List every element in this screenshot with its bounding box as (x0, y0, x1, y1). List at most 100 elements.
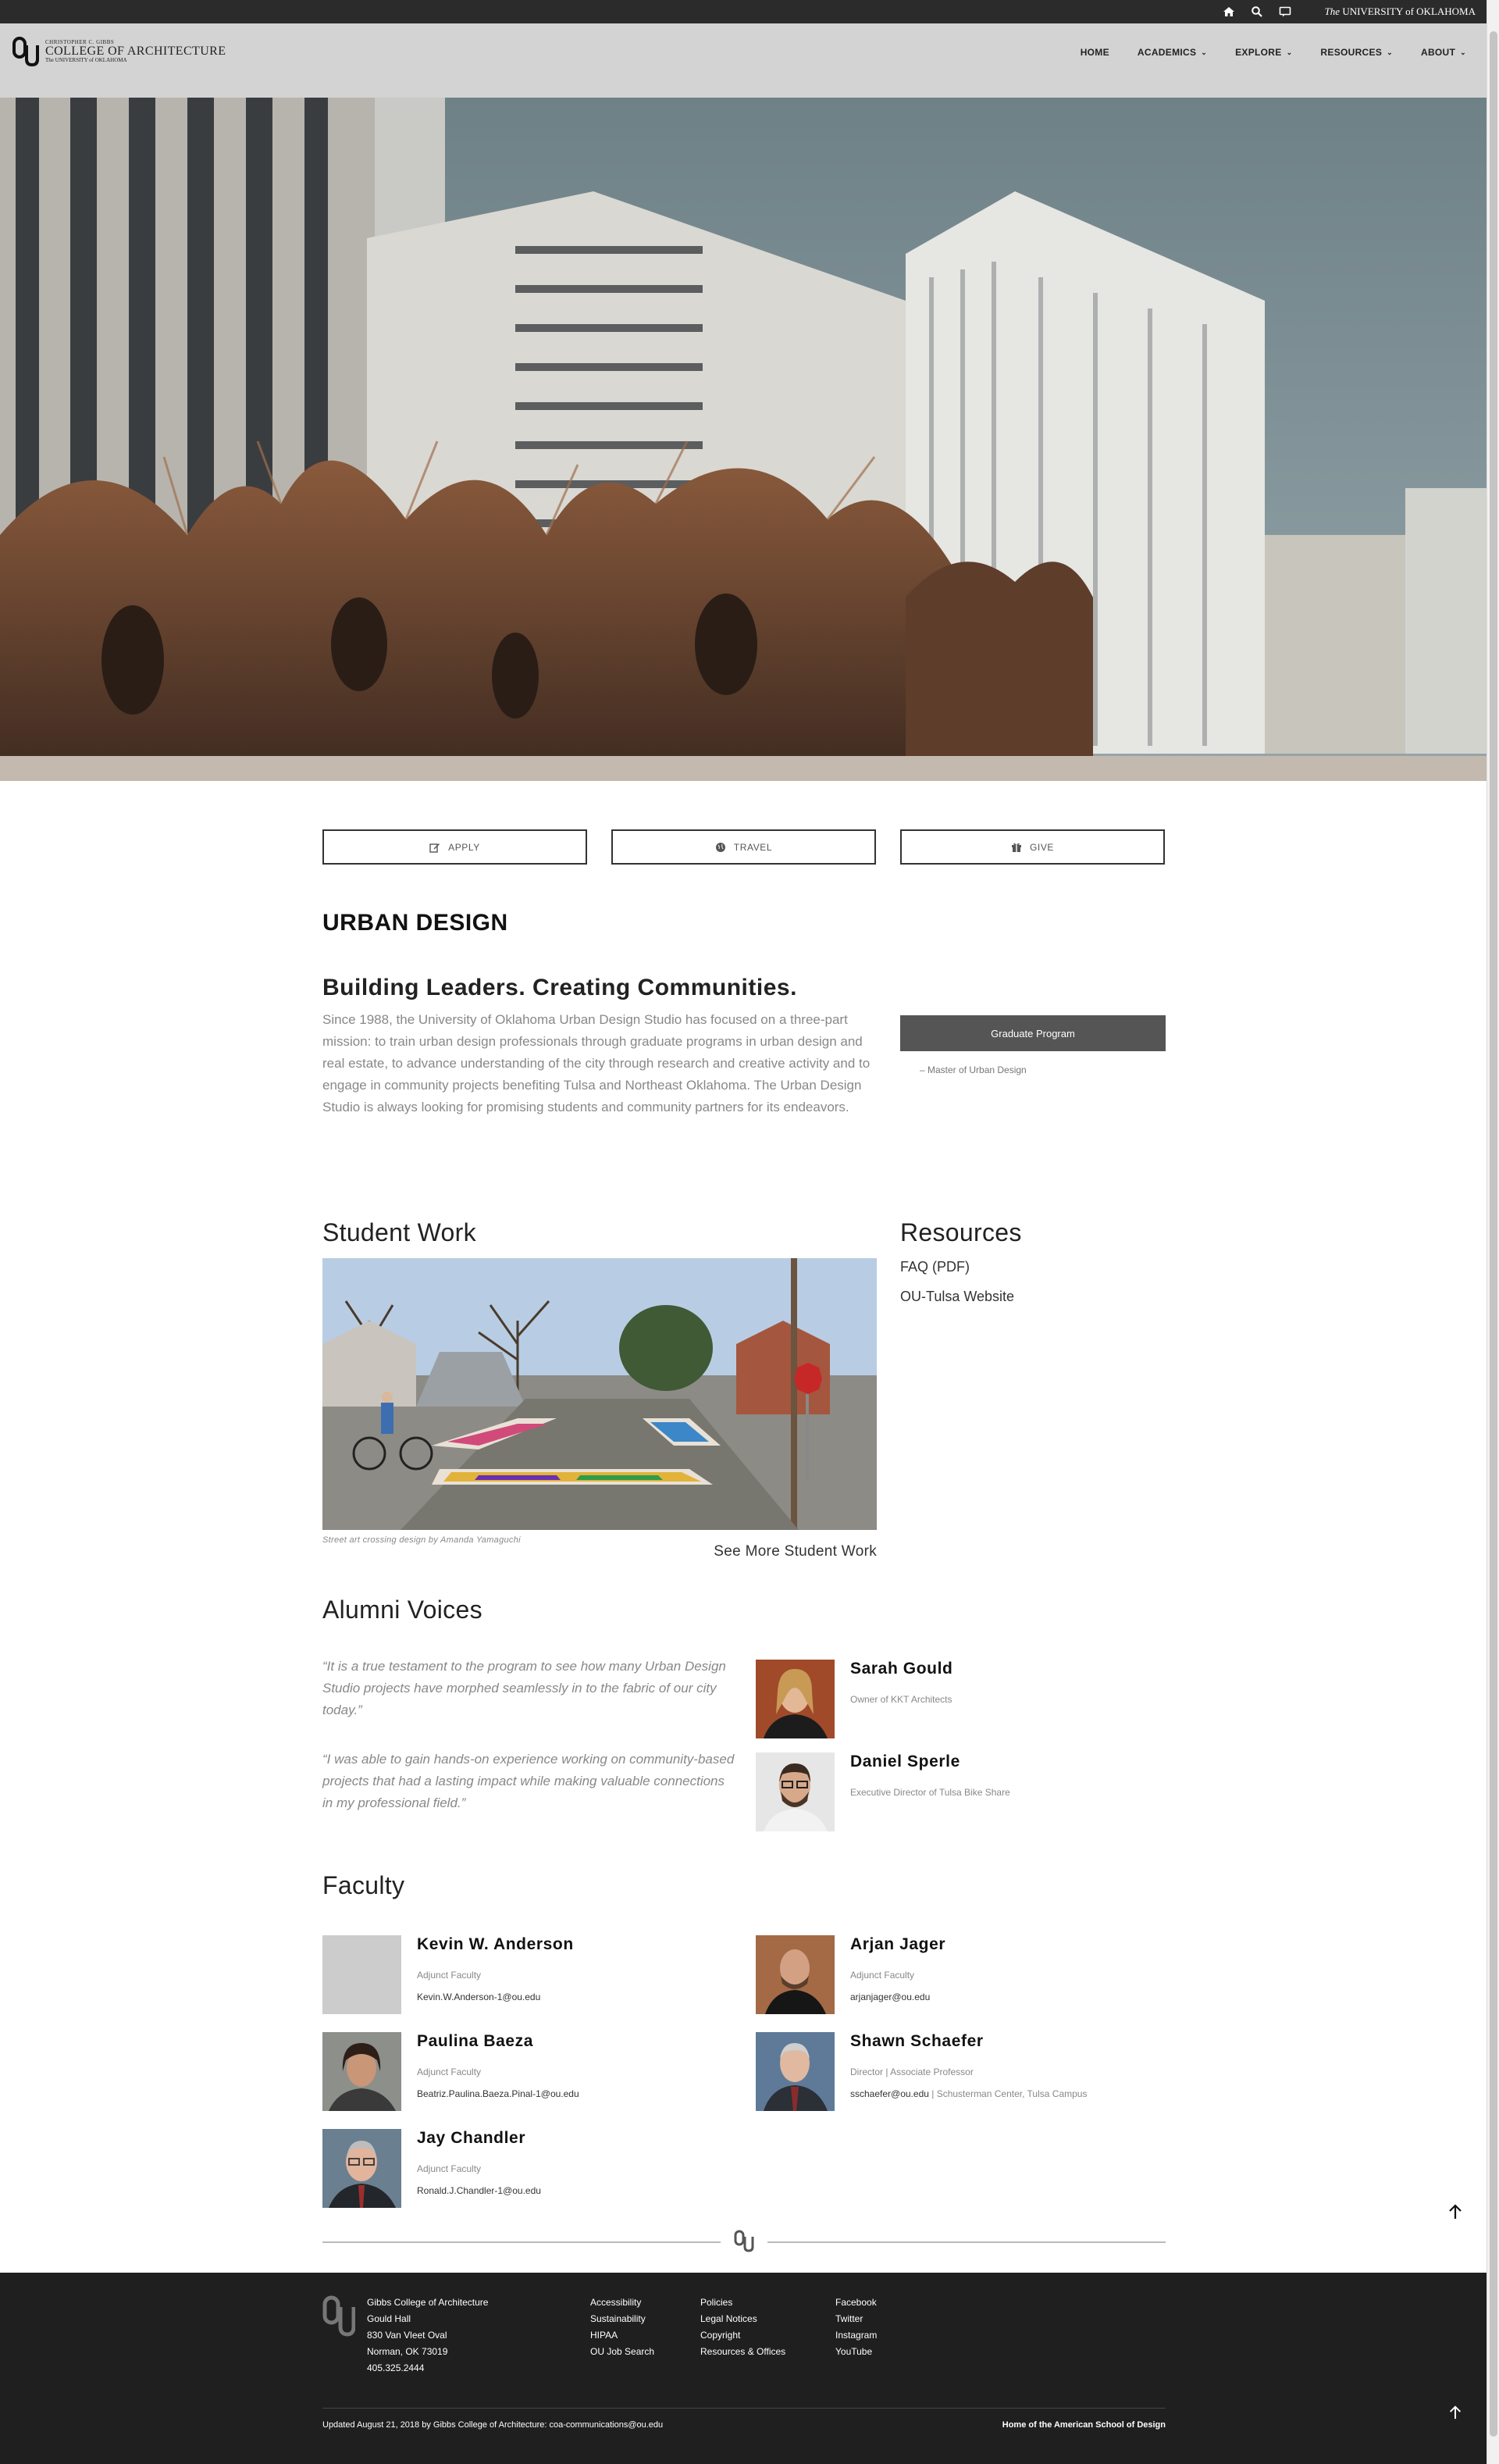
apply-button[interactable]: APPLY (322, 829, 587, 865)
chevron-down-icon: ⌄ (1387, 48, 1393, 56)
person-name: Daniel Sperle (850, 1753, 960, 1770)
footer-link-sustainability[interactable]: Sustainability (590, 2311, 654, 2327)
footer-link-hipaa[interactable]: HIPAA (590, 2327, 654, 2344)
graduate-program-button[interactable]: Graduate Program (900, 1015, 1166, 1051)
faq-pdf-link[interactable]: FAQ (PDF) (900, 1259, 970, 1275)
avatar (756, 1753, 835, 1831)
graduate-program-label: Graduate Program (991, 1027, 1075, 1039)
page-tagline: Building Leaders. Creating Communities. (322, 975, 797, 1000)
college-logo[interactable]: CHRISTOPHER C. GIBBS COLLEGE OF ARCHITEC… (12, 36, 226, 67)
nav-home-label: HOME (1080, 47, 1109, 58)
person-email[interactable]: Kevin.W.Anderson-1@ou.edu (417, 1992, 574, 2002)
person-name: Arjan Jager (850, 1935, 946, 1953)
hero-photo-illustration (0, 98, 1487, 781)
alumni-info: Sarah Gould Owner of KKT Architects (850, 1660, 952, 1738)
back-to-top-button[interactable] (1438, 2195, 1472, 2229)
person-role: Adjunct Faculty (417, 2163, 482, 2174)
logo-line3: The UNIVERSITY of OKLAHOMA (45, 57, 127, 63)
address-line: Gibbs College of Architecture (367, 2297, 489, 2308)
faculty-card-shawn-schaefer: Shawn Schaefer Director | Associate Prof… (756, 2032, 1087, 2111)
alumni-quote: “I was able to gain hands-on experience … (322, 1752, 735, 1810)
student-work-heading: Student Work (322, 1218, 476, 1246)
avatar (756, 2032, 835, 2111)
alumni-voices-heading: Alumni Voices (322, 1596, 482, 1624)
avatar (322, 2129, 401, 2208)
person-email[interactable]: Ronald.J.Chandler-1@ou.edu (417, 2185, 541, 2196)
footer-link-legal-notices[interactable]: Legal Notices (700, 2311, 785, 2327)
nav-explore-label: EXPLORE (1235, 47, 1282, 58)
footer-link-policies[interactable]: Policies (700, 2295, 785, 2311)
page-scrollbar[interactable] (1487, 0, 1499, 2464)
travel-label: TRAVEL (733, 841, 773, 853)
footer-tagline: Home of the American School of Design (1002, 2420, 1166, 2430)
student-work-image[interactable] (322, 1258, 877, 1530)
faculty-info: Arjan Jager Adjunct Faculty arjanjager@o… (850, 1935, 945, 2014)
address-line: 830 Van Vleet Oval (367, 2330, 447, 2341)
travel-button[interactable]: TRAVEL (611, 829, 876, 865)
nav-resources[interactable]: RESOURCES ⌄ (1320, 47, 1393, 58)
footer-link-resources-offices[interactable]: Resources & Offices (700, 2344, 785, 2360)
hero-image (0, 98, 1487, 781)
logo-line2: COLLEGE OF ARCHITECTURE (45, 45, 226, 58)
cta-row: APPLY TRAVEL GIVE (322, 829, 1165, 865)
footer-link-twitter[interactable]: Twitter (835, 2311, 877, 2327)
faculty-card-kevin-anderson: Kevin W. Anderson Adjunct Faculty Kevin.… (322, 1935, 574, 2014)
utility-icons (1223, 5, 1291, 18)
nav-home[interactable]: HOME (1081, 47, 1109, 58)
nav-academics[interactable]: ACADEMICS ⌄ (1138, 47, 1207, 58)
faculty-card-jay-chandler: Jay Chandler Adjunct Faculty Ronald.J.Ch… (322, 2129, 541, 2208)
person-role: Director | Associate Professor (850, 2066, 974, 2077)
nav-explore[interactable]: EXPLORE ⌄ (1235, 47, 1292, 58)
avatar (322, 2032, 401, 2111)
chat-icon[interactable] (1279, 5, 1291, 18)
address-phone[interactable]: 405.325.2444 (367, 2360, 488, 2377)
globe-icon (715, 842, 725, 852)
scrollbar-thumb[interactable] (1490, 31, 1497, 2437)
person-email[interactable]: Beatriz.Paulina.Baeza.Pinal-1@ou.edu (417, 2088, 579, 2099)
see-more-student-work-link[interactable]: See More Student Work (322, 1543, 877, 1560)
apply-label: APPLY (448, 841, 480, 853)
ou-logo-icon (734, 2230, 754, 2252)
divider-line (322, 2241, 721, 2243)
ou-logo-icon[interactable] (322, 2295, 355, 2338)
footer-links-col2: Policies Legal Notices Copyright Resourc… (700, 2295, 785, 2360)
footer-divider (322, 2408, 1166, 2409)
person-email[interactable]: sschaefer@ou.edu (850, 2088, 929, 2099)
give-button[interactable]: GIVE (900, 829, 1165, 865)
arrow-up-icon (1449, 2405, 1462, 2419)
edit-icon (429, 843, 440, 853)
section-divider (322, 2230, 1166, 2253)
nav-resources-label: RESOURCES (1320, 47, 1383, 58)
main-nav: HOME ACADEMICS ⌄ EXPLORE ⌄ RESOURCES ⌄ ABOU… (1081, 47, 1466, 58)
faculty-info: Kevin W. Anderson Adjunct Faculty Kevin.… (417, 1935, 574, 2014)
intro-paragraph: Since 1988, the University of Oklahoma U… (322, 1012, 871, 1114)
ou-wordmark[interactable]: The UNIVERSITY of OKLAHOMA (1325, 5, 1476, 18)
footer-back-to-top-button[interactable] (1438, 2395, 1472, 2430)
footer-link-instagram[interactable]: Instagram (835, 2327, 877, 2344)
avatar (756, 1935, 835, 2014)
nav-about[interactable]: ABOUT ⌄ (1421, 47, 1466, 58)
footer-link-copyright[interactable]: Copyright (700, 2327, 785, 2344)
person-contact: sschaefer@ou.edu | Schusterman Center, T… (850, 2088, 1087, 2099)
avatar (756, 1660, 835, 1738)
faculty-info: Jay Chandler Adjunct Faculty Ronald.J.Ch… (417, 2129, 541, 2208)
home-icon[interactable] (1223, 5, 1235, 18)
resources-heading: Resources (900, 1218, 1022, 1246)
footer-link-facebook[interactable]: Facebook (835, 2295, 877, 2311)
ou-logo-icon (12, 37, 39, 67)
person-name: Sarah Gould (850, 1660, 953, 1678)
person-role: Owner of KKT Architects (850, 1694, 952, 1705)
footer-link-accessibility[interactable]: Accessibility (590, 2295, 654, 2311)
footer-links-col1: Accessibility Sustainability HIPAA OU Jo… (590, 2295, 654, 2360)
person-role: Adjunct Faculty (417, 1970, 482, 1981)
ou-tulsa-website-link[interactable]: OU-Tulsa Website (900, 1289, 1014, 1305)
person-name: Jay Chandler (417, 2129, 526, 2147)
address-line: Gould Hall (367, 2313, 411, 2324)
master-urban-design-link[interactable]: – Master of Urban Design (920, 1064, 1027, 1075)
crosswalk-photo-illustration (322, 1258, 877, 1530)
person-email[interactable]: arjanjager@ou.edu (850, 1992, 945, 2002)
footer-link-job-search[interactable]: OU Job Search (590, 2344, 654, 2360)
footer-updated-text: Updated August 21, 2018 by Gibbs College… (322, 2420, 664, 2430)
footer-link-youtube[interactable]: YouTube (835, 2344, 877, 2360)
search-icon[interactable] (1251, 5, 1263, 18)
